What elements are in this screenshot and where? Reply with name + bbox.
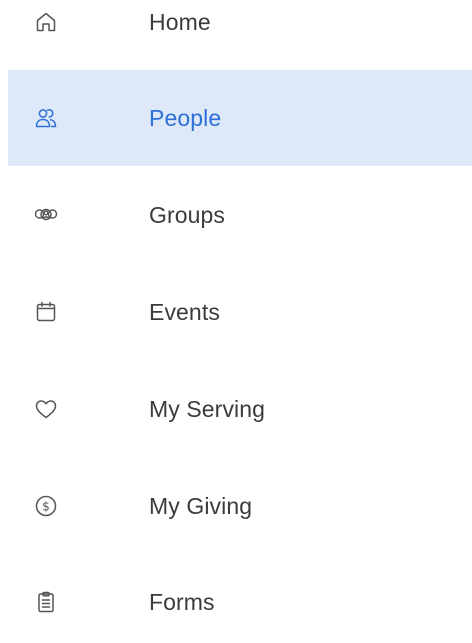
sidebar-item-label: Home	[149, 8, 211, 35]
sidebar-item-events[interactable]: Events	[8, 264, 472, 360]
sidebar-item-label: Groups	[149, 201, 226, 228]
sidebar-item-home[interactable]: Home	[8, 0, 472, 70]
people-icon	[34, 106, 58, 130]
sidebar-item-my-giving[interactable]: $ My Giving	[8, 458, 472, 554]
groups-icon	[34, 203, 58, 227]
sidebar-item-my-serving[interactable]: My Serving	[8, 361, 472, 457]
sidebar-item-label: Forms	[149, 588, 215, 615]
home-icon	[34, 10, 58, 34]
calendar-icon	[34, 300, 58, 324]
sidebar-nav: Home People Groups Events My Serving $ M…	[0, 0, 472, 643]
svg-text:$: $	[42, 499, 50, 513]
sidebar-item-label: My Serving	[149, 395, 266, 422]
sidebar-item-people[interactable]: People	[8, 70, 472, 166]
sidebar-item-forms[interactable]: Forms	[8, 554, 472, 643]
dollar-circle-icon: $	[34, 494, 58, 518]
clipboard-icon	[34, 590, 58, 614]
sidebar-item-label: People	[149, 104, 222, 131]
sidebar-item-label: Events	[149, 298, 220, 325]
heart-icon	[34, 397, 58, 421]
sidebar-item-groups[interactable]: Groups	[8, 167, 472, 263]
sidebar-item-label: My Giving	[149, 492, 253, 519]
